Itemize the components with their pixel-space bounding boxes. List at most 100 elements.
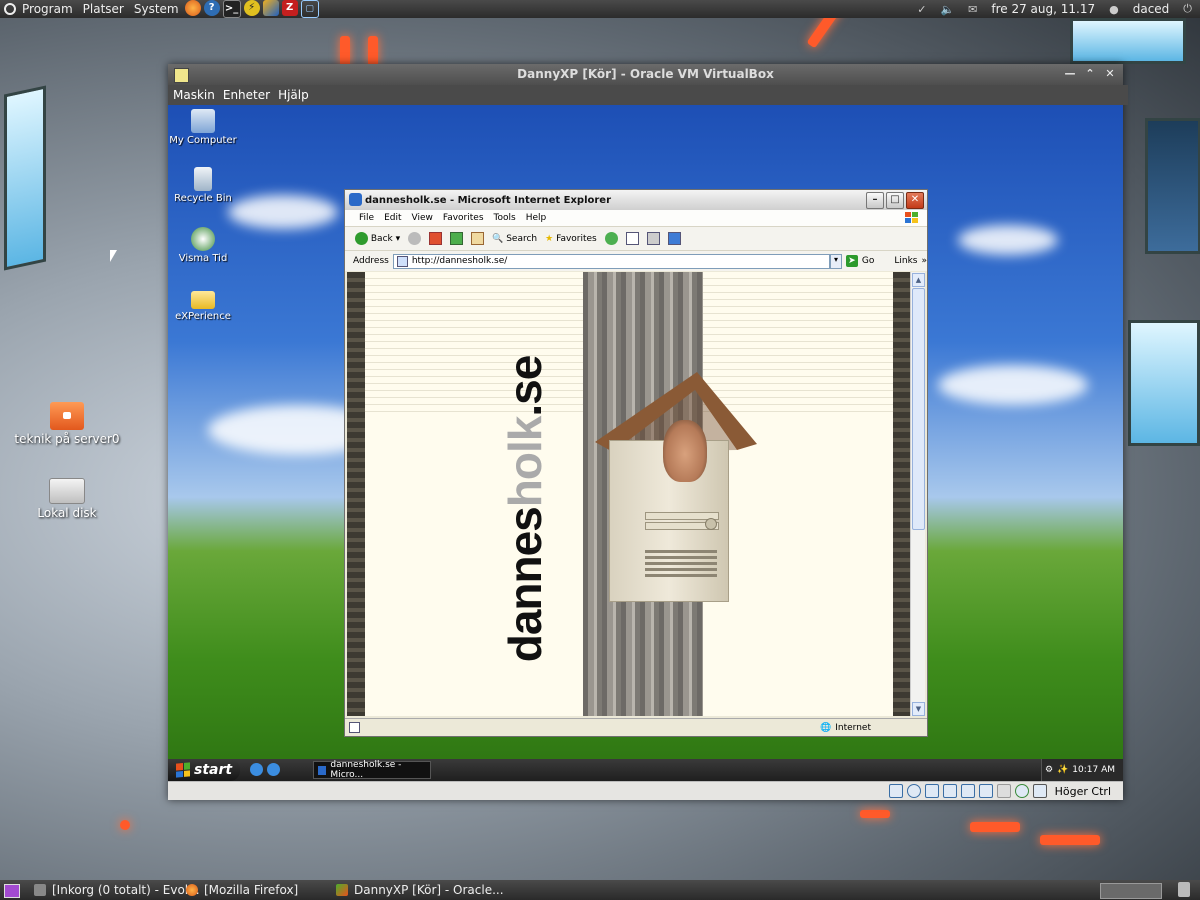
vbox-titlebar[interactable]: DannyXP [Kör] - Oracle VM VirtualBox — ⌃… — [168, 64, 1123, 85]
show-desktop-icon[interactable] — [4, 884, 20, 898]
usb-icon[interactable] — [924, 784, 939, 798]
power-icon[interactable]: ⚡ — [243, 0, 260, 16]
optical-drive-icon[interactable] — [906, 784, 921, 798]
maximize-icon[interactable]: ⌃ — [1083, 67, 1097, 80]
hard-disk-icon[interactable] — [888, 784, 903, 798]
xp-clock[interactable]: 10:17 AM — [1072, 765, 1115, 775]
menu-program[interactable]: Program — [22, 2, 73, 16]
vbox-statusbar: Höger Ctrl — [168, 781, 1123, 800]
xp-icon-visma-tid[interactable]: Visma Tid — [168, 227, 238, 264]
menu-enheter[interactable]: Enheter — [223, 88, 270, 102]
scroll-down-icon[interactable]: ▼ — [912, 702, 925, 716]
minimize-icon[interactable]: – — [866, 192, 884, 209]
menu-system[interactable]: System — [134, 2, 179, 16]
maximize-icon[interactable]: □ — [886, 192, 904, 209]
favorites-button[interactable]: ★ Favorites — [545, 234, 597, 244]
forward-arrow-icon[interactable] — [408, 232, 422, 245]
panel-clock[interactable]: fre 27 aug, 11.17 — [991, 2, 1095, 16]
menu-help[interactable]: Help — [526, 213, 547, 223]
menu-favorites[interactable]: Favorites — [443, 213, 484, 223]
taskbar-button-ie[interactable]: dannesholk.se - Micro... — [313, 760, 431, 780]
back-arrow-icon — [355, 232, 368, 245]
ubuntu-logo-icon[interactable] — [4, 3, 16, 15]
graphics-app-icon[interactable] — [262, 0, 279, 16]
start-button[interactable]: start — [168, 759, 240, 781]
scroll-up-icon[interactable]: ▲ — [912, 273, 925, 287]
mouse-integration-icon[interactable] — [1014, 784, 1029, 798]
links-button[interactable]: Links — [894, 256, 917, 266]
bg-cloud — [938, 365, 1088, 405]
address-dropdown-icon[interactable]: ▾ — [830, 253, 842, 269]
go-button[interactable]: Go — [862, 256, 874, 266]
guest-screen[interactable]: My Computer Recycle Bin Visma Tid eXPeri… — [168, 105, 1123, 781]
keyboard-icon[interactable] — [1032, 784, 1047, 798]
xp-icon-recycle-bin[interactable]: Recycle Bin — [168, 167, 238, 204]
network-icon[interactable] — [942, 784, 957, 798]
ie-titlebar[interactable]: dannesholk.se - Microsoft Internet Explo… — [345, 190, 927, 210]
tray-icon[interactable]: ⚙ — [1045, 765, 1053, 775]
vertical-scrollbar[interactable]: ▲ ▼ — [910, 272, 925, 716]
scroll-thumb[interactable] — [912, 288, 925, 530]
menu-hjalp[interactable]: Hjälp — [278, 88, 309, 102]
menu-platser[interactable]: Platser — [83, 2, 124, 16]
ie-statusbar: 🌐 Internet — [345, 718, 927, 736]
network-icon[interactable]: ✓ — [917, 3, 926, 16]
ie-quicklaunch-icon-2[interactable] — [267, 763, 280, 776]
xp-desktop[interactable]: My Computer Recycle Bin Visma Tid eXPeri… — [168, 105, 1123, 781]
filezilla-icon[interactable]: Z — [281, 0, 298, 16]
stop-icon[interactable] — [429, 232, 443, 245]
menu-maskin[interactable]: Maskin — [173, 88, 215, 102]
web-page-content[interactable]: dannesholk.se ▲ ▼ — [347, 272, 925, 716]
address-input[interactable]: http://dannesholk.se/ — [392, 253, 831, 269]
refresh-icon[interactable] — [450, 232, 464, 245]
ie-quicklaunch-icon[interactable] — [250, 763, 263, 776]
ie-toolbar: Back ▾ 🔍 Search ★ Favorites — [345, 227, 927, 251]
edit-icon[interactable] — [667, 232, 681, 245]
task-virtualbox[interactable]: DannyXP [Kör] - Oracle... — [336, 880, 504, 900]
tray-network-icon[interactable]: ✨ — [1057, 765, 1068, 775]
menu-file[interactable]: File — [359, 213, 374, 223]
volume-icon[interactable]: 🔈 — [940, 3, 954, 16]
menu-edit[interactable]: Edit — [384, 213, 401, 223]
chevron-icon[interactable]: » — [921, 256, 927, 266]
host-icon-lokal-disk[interactable]: Lokal disk — [12, 478, 122, 520]
folder-icon — [191, 291, 215, 309]
xp-icon-experience[interactable]: eXPerience — [168, 287, 238, 322]
menu-tools[interactable]: Tools — [494, 213, 516, 223]
task-evolution[interactable]: [Inkorg (0 totalt) - Evol... — [34, 880, 200, 900]
ie-icon — [318, 765, 327, 775]
shutdown-icon[interactable]: ⏻ — [1183, 2, 1192, 16]
xp-icon-my-computer[interactable]: My Computer — [168, 109, 238, 146]
terminal-icon[interactable]: >_ — [222, 0, 241, 18]
windows-logo-icon — [905, 212, 918, 223]
task-firefox[interactable]: [Mozilla Firefox] — [186, 880, 298, 900]
home-icon[interactable] — [471, 232, 485, 245]
print-icon[interactable] — [646, 232, 660, 245]
host-icon-teknik[interactable]: teknik på server0 — [12, 402, 122, 446]
windows-logo-icon — [176, 762, 190, 778]
mail-icon[interactable]: ✉ — [968, 3, 977, 16]
trash-icon[interactable] — [1178, 882, 1190, 897]
virtualbox-icon[interactable]: ▢ — [300, 0, 319, 18]
go-arrow-icon[interactable]: ➤ — [845, 255, 858, 267]
recording-icon[interactable] — [996, 784, 1011, 798]
firefox-icon[interactable] — [184, 0, 201, 16]
close-icon[interactable]: ✕ — [1103, 67, 1117, 80]
mail-icon[interactable] — [625, 232, 639, 245]
help-icon[interactable]: ? — [203, 0, 220, 16]
shared-folder-icon[interactable] — [960, 784, 975, 798]
xp-icon-label: Recycle Bin — [174, 193, 232, 204]
bg-light — [120, 820, 130, 830]
history-icon[interactable] — [604, 232, 618, 245]
back-button[interactable]: Back ▾ — [355, 232, 400, 245]
host-icon-label: teknik på server0 — [14, 432, 120, 446]
vent-line — [645, 574, 717, 577]
minimize-icon[interactable]: — — [1063, 67, 1077, 80]
disk-icon — [49, 478, 85, 504]
workspace-switcher[interactable] — [1100, 883, 1162, 899]
close-icon[interactable]: ✕ — [906, 192, 924, 209]
display-icon[interactable] — [978, 784, 993, 798]
search-button[interactable]: 🔍 Search — [492, 234, 537, 244]
panel-user[interactable]: daced — [1133, 2, 1170, 16]
menu-view[interactable]: View — [412, 213, 433, 223]
